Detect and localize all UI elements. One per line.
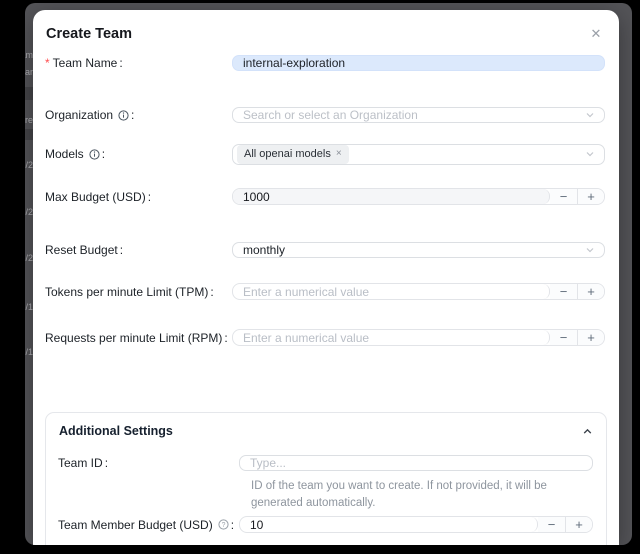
team-name-input[interactable]: [232, 55, 605, 71]
background-text-fragment: am: [25, 50, 33, 60]
question-icon[interactable]: ?: [218, 519, 229, 530]
background-text-fragment: 6/1: [25, 347, 33, 357]
info-icon[interactable]: [118, 110, 129, 121]
team-id-help-text: ID of the team you want to create. If no…: [251, 478, 586, 511]
team-name-row: * Team Name :: [45, 48, 605, 77]
tpm-label: Tokens per minute Limit (TPM) :: [45, 285, 232, 299]
additional-settings-title: Additional Settings: [59, 424, 582, 438]
remove-tag-icon[interactable]: ×: [336, 149, 342, 159]
svg-text:?: ?: [221, 522, 225, 529]
info-icon[interactable]: [89, 149, 100, 160]
max-budget-input[interactable]: [233, 190, 549, 204]
tpm-row: Tokens per minute Limit (TPM) : − +: [45, 278, 605, 305]
rpm-input[interactable]: [233, 331, 549, 345]
reset-budget-row: Reset Budget : monthly: [45, 237, 605, 263]
chevron-down-icon: [585, 110, 595, 120]
reset-budget-select[interactable]: monthly: [232, 242, 605, 258]
team-member-budget-input[interactable]: [240, 518, 537, 532]
required-mark: *: [45, 56, 50, 70]
create-team-modal: Create Team ✕ * Team Name : Organization…: [33, 10, 619, 545]
tpm-input[interactable]: [233, 285, 549, 299]
team-id-label: Team ID :: [58, 456, 239, 470]
rpm-label: Requests per minute Limit (RPM) :: [45, 331, 232, 345]
team-member-budget-label: Team Member Budget (USD) ? :: [58, 518, 239, 532]
close-icon[interactable]: ✕: [585, 23, 607, 45]
model-tag: All openai models ×: [237, 145, 349, 164]
organization-select[interactable]: Search or select an Organization: [232, 107, 605, 123]
rpm-row: Requests per minute Limit (RPM) : − +: [45, 324, 605, 351]
models-label: Models :: [45, 147, 232, 161]
models-select[interactable]: All openai models ×: [232, 144, 605, 165]
dimmed-background-window: am nar Cre 8/2 8/2 8/2 5/1 6/1 Create Te…: [25, 3, 632, 545]
decrement-button[interactable]: −: [550, 330, 577, 345]
chevron-down-icon: [585, 149, 595, 159]
background-text-fragment: 8/2: [25, 160, 33, 170]
background-text-fragment: nar: [25, 67, 33, 77]
organization-placeholder: Search or select an Organization: [243, 108, 418, 122]
background-text-fragment: 8/2: [25, 253, 33, 263]
team-id-row: Team ID :: [58, 450, 593, 475]
increment-button[interactable]: +: [565, 517, 592, 532]
additional-settings-header[interactable]: Additional Settings: [46, 413, 606, 445]
chevron-up-icon: [582, 426, 593, 437]
team-member-budget-stepper: − +: [239, 516, 593, 533]
organization-row: Organization : Search or select an Organ…: [45, 102, 605, 128]
increment-button[interactable]: +: [577, 284, 604, 299]
additional-settings-card: Additional Settings Team ID : ID of the …: [45, 412, 607, 545]
max-budget-label: Max Budget (USD) :: [45, 190, 232, 204]
max-budget-row: Max Budget (USD) : − +: [45, 183, 605, 210]
reset-budget-label: Reset Budget :: [45, 243, 232, 257]
team-id-input[interactable]: [239, 455, 593, 471]
organization-label: Organization :: [45, 108, 232, 122]
team-member-budget-row: Team Member Budget (USD) ? : − +: [58, 512, 593, 537]
background-text-fragment: 8/2: [25, 207, 33, 217]
team-name-label: * Team Name :: [45, 56, 232, 70]
decrement-button[interactable]: −: [538, 517, 565, 532]
background-text-fragment: Cre: [25, 115, 33, 125]
modal-title: Create Team: [46, 26, 132, 42]
increment-button[interactable]: +: [577, 189, 604, 204]
rpm-stepper: − +: [232, 329, 605, 346]
decrement-button[interactable]: −: [550, 284, 577, 299]
chevron-down-icon: [585, 245, 595, 255]
tpm-stepper: − +: [232, 283, 605, 300]
increment-button[interactable]: +: [577, 330, 604, 345]
background-text-fragment: 5/1: [25, 302, 33, 312]
models-row: Models : All openai models ×: [45, 141, 605, 167]
max-budget-stepper: − +: [232, 188, 605, 205]
decrement-button[interactable]: −: [550, 189, 577, 204]
reset-budget-value: monthly: [243, 243, 285, 257]
